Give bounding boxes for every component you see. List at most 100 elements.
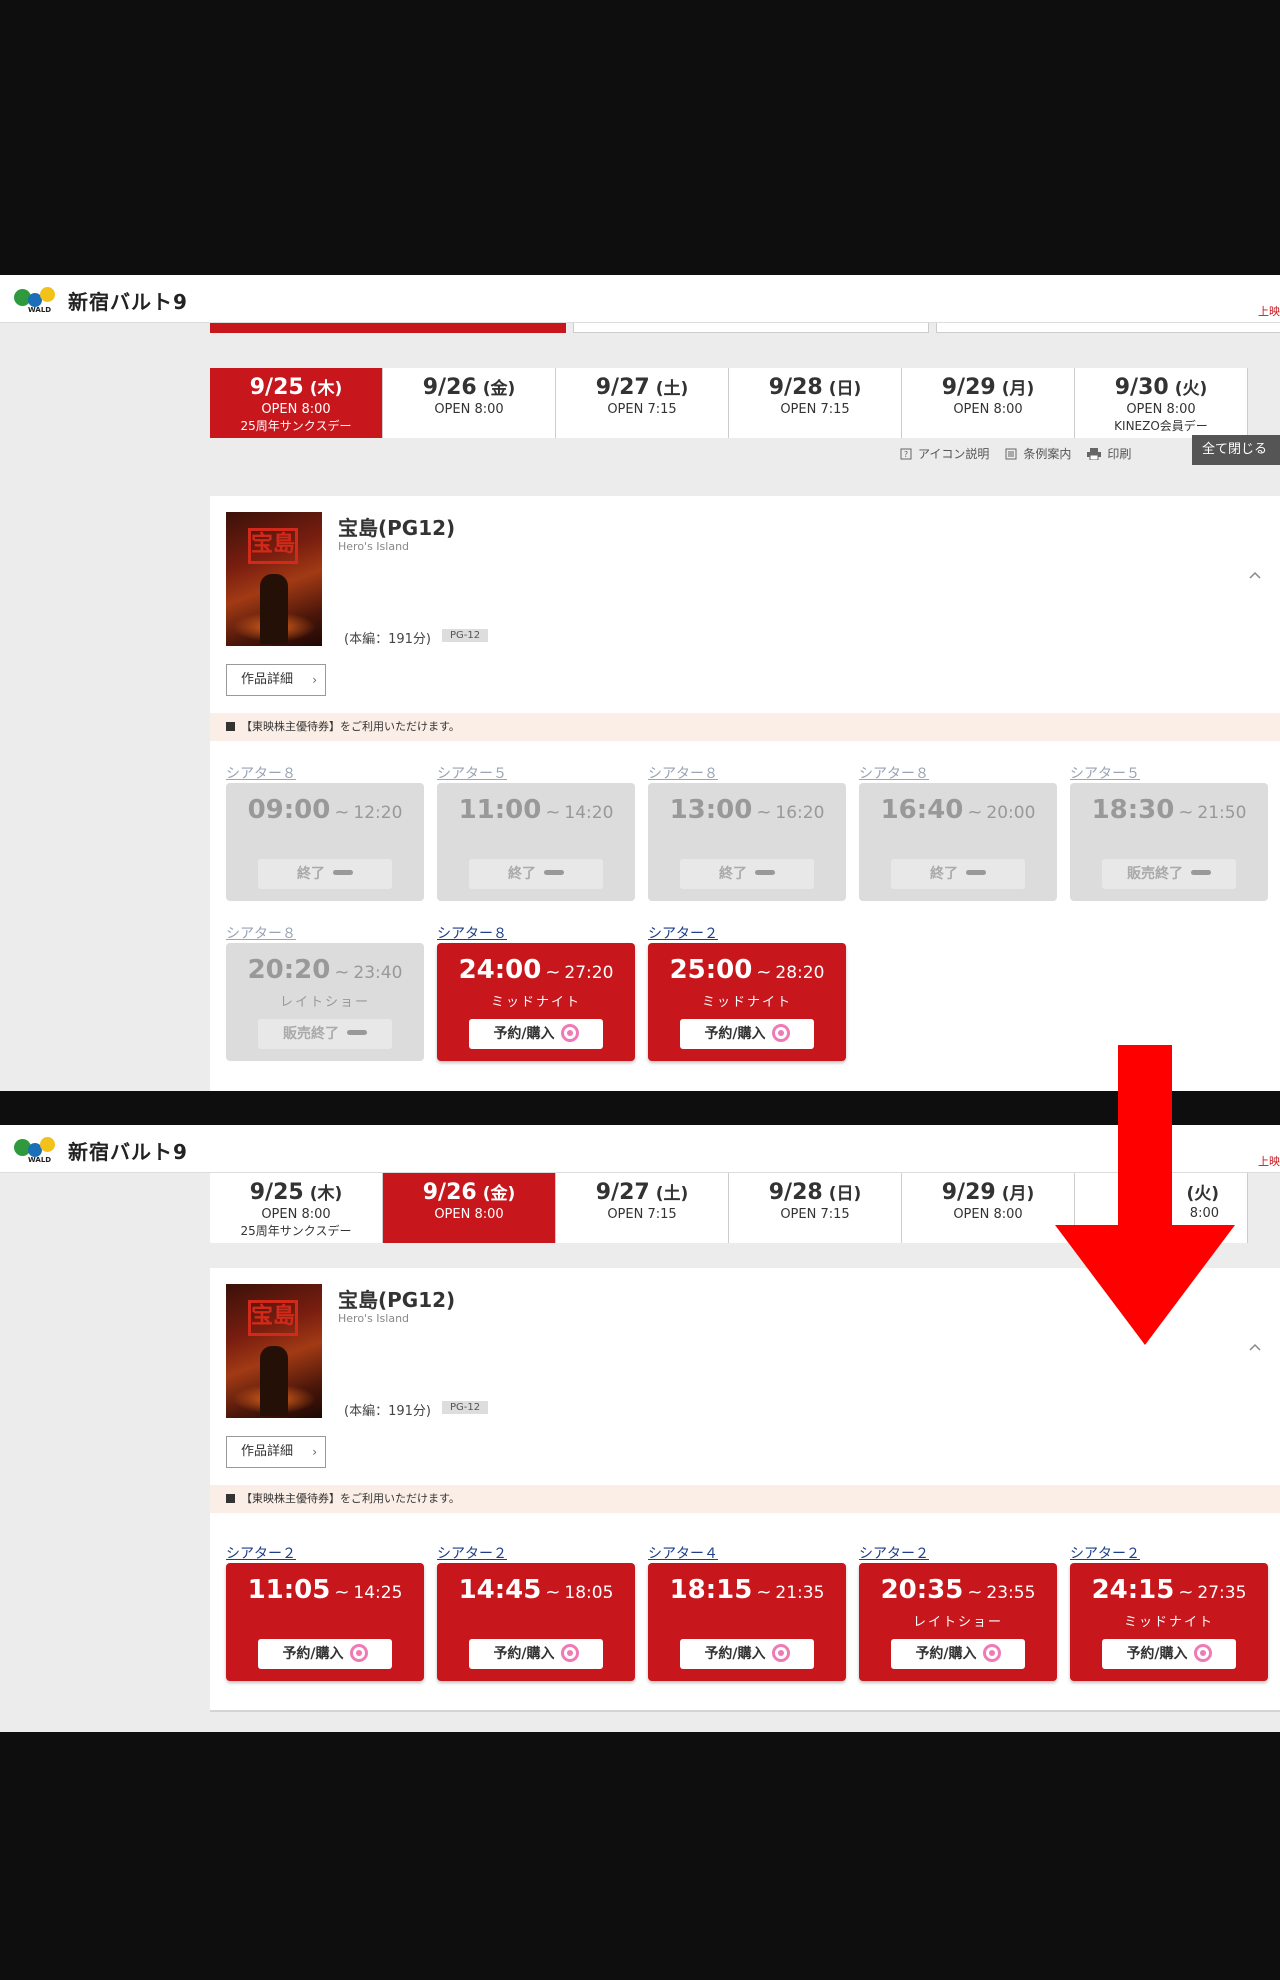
reserve-button[interactable]: 予約/購入 (680, 1019, 814, 1049)
sold-out-button: 販売終了 (258, 1019, 392, 1049)
theater-link[interactable]: シアター２ (226, 1543, 424, 1563)
showtime-slot: シアター２ 14:45 ~18:05 予約/購入 (437, 1543, 635, 1681)
date-tab[interactable]: 9/27 (土) OPEN 7:15 (556, 368, 729, 438)
show-type-label: ミッドナイト (701, 995, 792, 1010)
theater-link[interactable]: シアター２ (859, 1543, 1057, 1563)
showtime-slot: シアター８ 24:00 ~27:20 ミッドナイト 予約/購入 (437, 923, 635, 1061)
logo-text: WALD (28, 1156, 52, 1164)
reserve-button[interactable]: 予約/購入 (891, 1639, 1025, 1669)
show-type-label: ミッドナイト (490, 995, 581, 1010)
sub-tab[interactable] (936, 323, 1280, 333)
theater-link[interactable]: シアター８ (226, 763, 424, 783)
down-arrow-icon (1055, 1045, 1235, 1345)
rating-badge: PG-12 (442, 1401, 489, 1414)
header-right-link[interactable]: 上映 (1258, 303, 1280, 319)
showtime-card[interactable]: 18:15 ~21:35 予約/購入 (648, 1563, 846, 1681)
movie-runtime: (本編：191分) (344, 1404, 431, 1419)
movie-title[interactable]: 宝島(PG12) (338, 512, 455, 541)
sub-tab-active[interactable] (210, 323, 566, 333)
bottom-dark-band (0, 1732, 1280, 1980)
availability-circle-icon (560, 1024, 579, 1042)
movie-detail-button[interactable]: 作品詳細 › (226, 1436, 326, 1468)
print-icon (1087, 447, 1102, 460)
showtime-card[interactable]: 14:45 ~18:05 予約/購入 (437, 1563, 635, 1681)
svg-text:?: ? (904, 450, 908, 459)
showtime-card[interactable]: 11:05 ~14:25 予約/購入 (226, 1563, 424, 1681)
availability-circle-icon (771, 1024, 790, 1042)
show-type-label: レイトショー (279, 995, 370, 1010)
site-name[interactable]: 新宿バルト9 (68, 286, 188, 315)
availability-circle-icon (982, 1644, 1001, 1662)
date-tab[interactable]: 9/29 (月) OPEN 8:00 (902, 368, 1075, 438)
wald-logo[interactable]: WALD (14, 1135, 62, 1165)
reserve-button[interactable]: 予約/購入 (469, 1639, 603, 1669)
header-right-link[interactable]: 上映 (1258, 1153, 1280, 1169)
movie-subtitle: Hero's Island (338, 1312, 410, 1325)
showtime-card[interactable]: 25:00 ~28:20 ミッドナイト 予約/購入 (648, 943, 846, 1061)
theater-link[interactable]: シアター８ (226, 923, 424, 943)
reserve-button[interactable]: 予約/購入 (680, 1639, 814, 1669)
show-type-label: ミッドナイト (1123, 1615, 1214, 1630)
date-tab[interactable]: 9/28 (日) OPEN 7:15 (729, 1173, 902, 1243)
theater-link[interactable]: シアター２ (1070, 1543, 1268, 1563)
reserve-button[interactable]: 予約/購入 (469, 1019, 603, 1049)
showtime-card[interactable]: 24:15 ~27:35 ミッドナイト 予約/購入 (1070, 1563, 1268, 1681)
movie-title[interactable]: 宝島(PG12) (338, 1284, 455, 1313)
theater-link[interactable]: シアター５ (1070, 763, 1268, 783)
theater-link[interactable]: シアター８ (648, 763, 846, 783)
theater-link[interactable]: シアター２ (648, 923, 846, 943)
date-tab[interactable]: 9/25 (木) OPEN 8:00 25周年サンクスデー (210, 1173, 383, 1243)
date-tab[interactable]: 9/26 (金) OPEN 8:00 (383, 368, 556, 438)
movie-poster[interactable]: 宝島 (226, 1284, 322, 1418)
showtime-slot: シアター５ 18:30 ~21:50 販売終了 (1070, 763, 1268, 901)
top-dark-band (0, 0, 1280, 275)
help-icon: ? (900, 448, 912, 459)
site-header: WALD 新宿バルト9 上映 (0, 275, 1280, 323)
icon-help-link[interactable]: ? アイコン説明 (900, 445, 989, 462)
date-tab[interactable]: 9/28 (日) OPEN 7:15 (729, 368, 902, 438)
movie-card: 宝島 宝島(PG12) Hero's Island (本編：191分) PG-1… (210, 496, 1280, 1091)
showtime-slot: シアター２ 11:05 ~14:25 予約/購入 (226, 1543, 424, 1681)
showtime-slot: シアター８ 20:20 ~23:40 レイトショー 販売終了 (226, 923, 424, 1061)
showtime-slot: シアター８ 09:00 ~12:20 終了 (226, 763, 424, 901)
date-tab[interactable]: 9/26 (金) OPEN 8:00 (383, 1173, 556, 1243)
minus-icon (966, 870, 986, 875)
movie-poster[interactable]: 宝島 (226, 512, 322, 646)
showtime-slot: シアター８ 13:00 ~16:20 終了 (648, 763, 846, 901)
date-tab[interactable]: 9/29 (月) OPEN 8:00 (902, 1173, 1075, 1243)
date-tab[interactable]: 9/30 (火) OPEN 8:00 KINEZO会員デー (1075, 368, 1248, 438)
minus-icon (1191, 870, 1211, 875)
theater-link[interactable]: シアター５ (437, 763, 635, 783)
rating-badge: PG-12 (442, 629, 489, 642)
showtime-slot: シアター２ 20:35 ~23:55 レイトショー 予約/購入 (859, 1543, 1057, 1681)
chevron-up-icon[interactable] (1248, 568, 1262, 582)
minus-icon (333, 870, 353, 875)
reserve-button[interactable]: 予約/購入 (258, 1639, 392, 1669)
document-icon (1005, 448, 1017, 459)
showtime-card[interactable]: 20:35 ~23:55 レイトショー 予約/購入 (859, 1563, 1057, 1681)
chevron-up-icon[interactable] (1248, 1340, 1262, 1354)
date-tab[interactable]: 9/25 (木) OPEN 8:00 25周年サンクスデー (210, 368, 383, 438)
theater-link[interactable]: シアター８ (437, 923, 635, 943)
date-tab[interactable]: 9/27 (土) OPEN 7:15 (556, 1173, 729, 1243)
notice-bar: 【東映株主優待券】をご利用いただけます。 (210, 1485, 1280, 1513)
show-type-label: レイトショー (912, 1615, 1003, 1630)
date-tabs: 9/25 (木) OPEN 8:00 25周年サンクスデー 9/26 (金) OPEN… (210, 368, 1280, 438)
terms-link[interactable]: 条例案内 (1005, 445, 1071, 462)
close-all-button[interactable]: 全て閉じる (1192, 435, 1280, 465)
print-link[interactable]: 印刷 (1087, 445, 1131, 462)
reserve-button[interactable]: 予約/購入 (1102, 1639, 1236, 1669)
theater-link[interactable]: シアター２ (437, 1543, 635, 1563)
theater-link[interactable]: シアター４ (648, 1543, 846, 1563)
movie-detail-button[interactable]: 作品詳細 › (226, 664, 326, 696)
showtime-card[interactable]: 24:00 ~27:20 ミッドナイト 予約/購入 (437, 943, 635, 1061)
site-name[interactable]: 新宿バルト9 (68, 1136, 188, 1165)
theater-link[interactable]: シアター８ (859, 763, 1057, 783)
sold-out-button: 終了 (469, 859, 603, 889)
sub-tab[interactable] (573, 323, 929, 333)
sold-out-button: 終了 (891, 859, 1025, 889)
sold-out-button: 販売終了 (1102, 859, 1236, 889)
wald-logo[interactable]: WALD (14, 285, 62, 315)
toolbar: ? アイコン説明 条例案内 印刷 (900, 445, 1147, 462)
showtime-slot: シアター２ 25:00 ~28:20 ミッドナイト 予約/購入 (648, 923, 846, 1061)
